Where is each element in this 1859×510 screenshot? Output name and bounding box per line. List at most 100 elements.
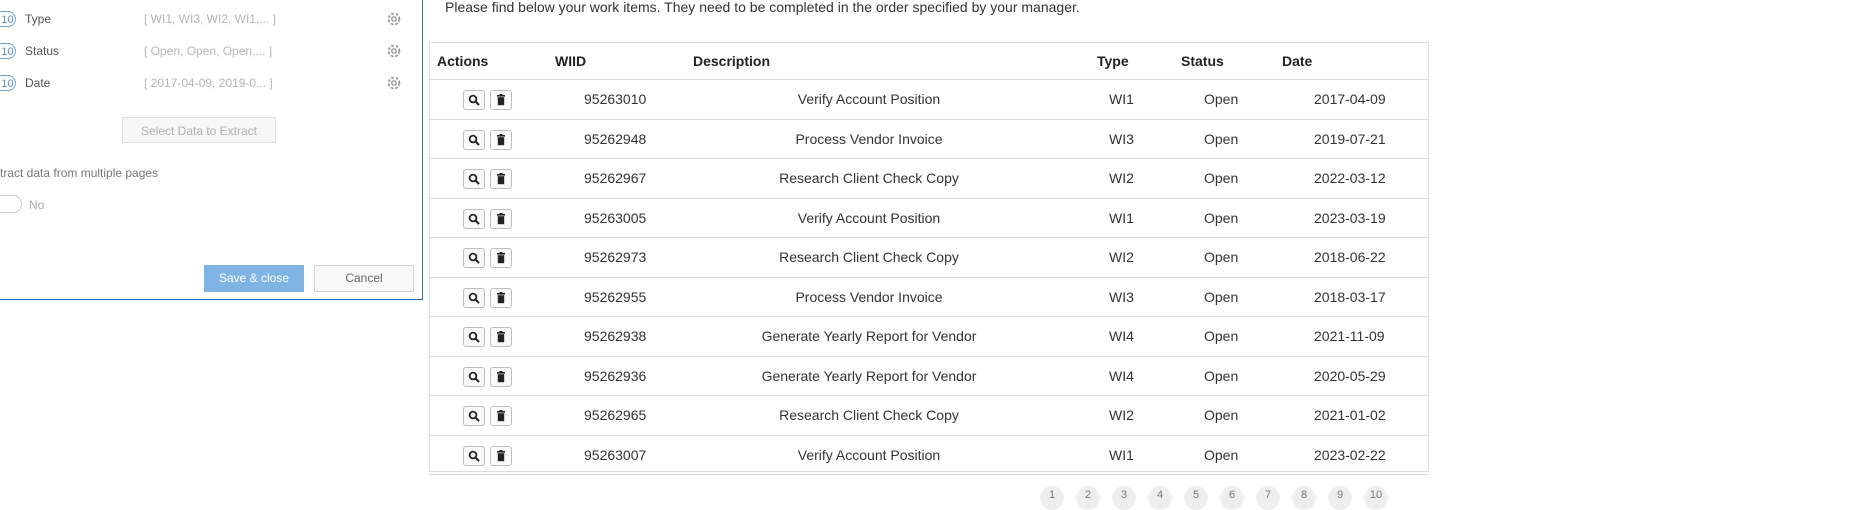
wiid-cell: 95262938 bbox=[584, 328, 647, 344]
column-header-description: Description bbox=[693, 53, 771, 69]
page-button[interactable]: 3 bbox=[1112, 486, 1136, 510]
gear-icon[interactable] bbox=[385, 10, 403, 28]
wiid-cell: 95262973 bbox=[584, 249, 647, 265]
search-icon bbox=[468, 173, 480, 185]
table-row: 95262955 Process Vendor Invoice WI3 Open 201… bbox=[429, 278, 1429, 317]
field-values: [ 2017-04-09, 2019-0... ] bbox=[144, 76, 273, 90]
table-row: 95262973 Research Client Check Copy WI2 Ope… bbox=[429, 238, 1429, 278]
trash-icon bbox=[497, 449, 505, 461]
status-cell: Open bbox=[1204, 367, 1239, 384]
gear-icon[interactable] bbox=[385, 42, 403, 60]
table-row: 95263007 Verify Account Position WI1 Open 20… bbox=[429, 436, 1429, 475]
delete-button[interactable] bbox=[490, 129, 512, 150]
field-row-type: 10 Type [ WI1, WI3, WI2, WI1,... ] bbox=[0, 10, 410, 30]
field-count-badge: 10 bbox=[0, 43, 16, 59]
column-header-type: Type bbox=[1097, 53, 1129, 69]
table-row: 95262948 Process Vendor Invoice WI3 Open 201… bbox=[429, 120, 1429, 159]
delete-button[interactable] bbox=[490, 287, 512, 308]
status-cell: Open bbox=[1204, 407, 1239, 423]
table-row: 95262938 Generate Yearly Report for Vendo… bbox=[429, 317, 1429, 357]
trash-icon bbox=[497, 410, 505, 422]
save-close-button[interactable]: Save & close bbox=[204, 265, 304, 292]
instructions-text: Please find below your work items. They … bbox=[445, 0, 1080, 15]
search-icon bbox=[468, 134, 480, 146]
delete-button[interactable] bbox=[490, 366, 512, 387]
field-row-status: 10 Status [ Open, Open, Open,... ] bbox=[0, 42, 410, 62]
wiid-cell: 95262936 bbox=[584, 367, 647, 384]
type-cell: WI3 bbox=[1109, 288, 1134, 305]
delete-button[interactable] bbox=[490, 445, 512, 466]
search-icon bbox=[468, 331, 480, 343]
page-button[interactable]: 2 bbox=[1076, 486, 1100, 510]
table-row: 95262936 Generate Yearly Report for Vendo… bbox=[429, 357, 1429, 396]
select-data-button[interactable]: Select Data to Extract bbox=[122, 117, 276, 143]
page-button[interactable]: 4 bbox=[1148, 486, 1172, 510]
status-cell: Open bbox=[1204, 209, 1239, 226]
trash-icon bbox=[497, 173, 505, 185]
description-cell: Generate Yearly Report for Vendor bbox=[761, 367, 977, 384]
view-button[interactable] bbox=[463, 248, 485, 268]
page-button[interactable]: 8 bbox=[1292, 486, 1316, 510]
gear-icon[interactable] bbox=[385, 74, 403, 92]
status-cell: Open bbox=[1204, 446, 1239, 463]
trash-icon bbox=[497, 252, 505, 264]
delete-button[interactable] bbox=[490, 406, 512, 426]
description-cell: Process Vendor Invoice bbox=[795, 288, 943, 305]
type-cell: WI2 bbox=[1109, 407, 1134, 423]
view-button[interactable] bbox=[463, 129, 485, 150]
status-cell: Open bbox=[1204, 170, 1239, 186]
table-header: Actions WIID Description Type Status Dat… bbox=[429, 43, 1429, 80]
page-button[interactable]: 6 bbox=[1220, 486, 1244, 510]
page-button[interactable]: 10 bbox=[1364, 486, 1388, 510]
wiid-cell: 95262955 bbox=[584, 288, 647, 305]
view-button[interactable] bbox=[463, 90, 485, 110]
column-header-wiid: WIID bbox=[555, 53, 587, 69]
date-cell: 2021-11-09 bbox=[1314, 328, 1385, 344]
description-cell: Research Client Check Copy bbox=[779, 170, 959, 186]
date-cell: 2020-05-29 bbox=[1314, 367, 1386, 384]
type-cell: WI3 bbox=[1109, 130, 1134, 147]
field-count-badge: 10 bbox=[0, 75, 16, 91]
date-cell: 2022-03-12 bbox=[1314, 170, 1386, 186]
page-button[interactable]: 5 bbox=[1184, 486, 1208, 510]
view-button[interactable] bbox=[463, 287, 485, 308]
date-cell: 2017-04-09 bbox=[1314, 91, 1386, 107]
view-button[interactable] bbox=[463, 406, 485, 426]
view-button[interactable] bbox=[463, 445, 485, 466]
view-button[interactable] bbox=[463, 208, 485, 229]
page-button[interactable]: 9 bbox=[1328, 486, 1352, 510]
trash-icon bbox=[497, 370, 505, 382]
search-icon bbox=[468, 213, 480, 225]
wiid-cell: 95262965 bbox=[584, 407, 647, 423]
cancel-button[interactable]: Cancel bbox=[314, 265, 414, 292]
wiid-cell: 95263005 bbox=[584, 209, 647, 226]
field-values: [ Open, Open, Open,... ] bbox=[144, 44, 273, 58]
view-button[interactable] bbox=[463, 169, 485, 189]
delete-button[interactable] bbox=[490, 327, 512, 347]
type-cell: WI2 bbox=[1109, 249, 1134, 265]
status-cell: Open bbox=[1204, 130, 1239, 147]
table-row: 95263010 Verify Account Position WI1 Open 20… bbox=[429, 80, 1429, 120]
multi-page-toggle[interactable] bbox=[0, 195, 22, 213]
view-button[interactable] bbox=[463, 366, 485, 387]
multi-page-label: tract data from multiple pages bbox=[0, 166, 159, 180]
delete-button[interactable] bbox=[490, 90, 512, 110]
field-count-badge: 10 bbox=[0, 11, 16, 27]
page-button[interactable]: 1 bbox=[1040, 486, 1064, 510]
page-button[interactable]: 7 bbox=[1256, 486, 1280, 510]
type-cell: WI1 bbox=[1109, 91, 1134, 107]
delete-button[interactable] bbox=[490, 169, 512, 189]
date-cell: 2021-01-02 bbox=[1314, 407, 1386, 423]
delete-button[interactable] bbox=[490, 208, 512, 229]
description-cell: Process Vendor Invoice bbox=[795, 130, 943, 147]
date-cell: 2018-03-17 bbox=[1314, 288, 1386, 305]
type-cell: WI4 bbox=[1109, 367, 1134, 384]
trash-icon bbox=[497, 291, 505, 303]
date-cell: 2019-07-21 bbox=[1314, 130, 1386, 147]
delete-button[interactable] bbox=[490, 248, 512, 268]
description-cell: Generate Yearly Report for Vendor bbox=[761, 328, 977, 344]
wiid-cell: 95262948 bbox=[584, 130, 647, 147]
column-header-actions: Actions bbox=[437, 53, 489, 69]
description-cell: Verify Account Position bbox=[797, 91, 941, 107]
view-button[interactable] bbox=[463, 327, 485, 347]
